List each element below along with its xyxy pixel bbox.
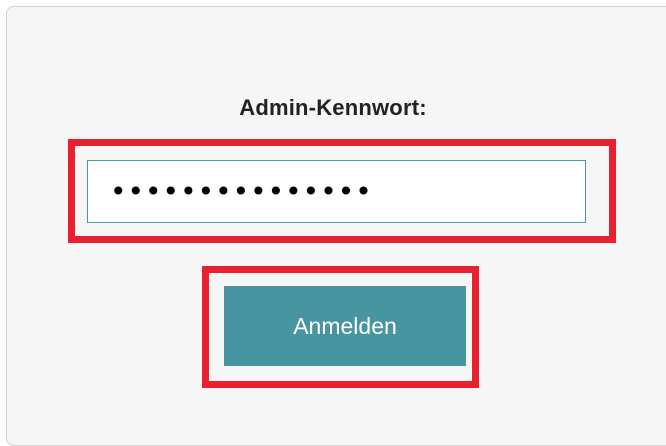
- admin-password-input[interactable]: [87, 160, 586, 223]
- password-label: Admin-Kennwort:: [239, 95, 427, 120]
- login-button[interactable]: Anmelden: [224, 286, 466, 366]
